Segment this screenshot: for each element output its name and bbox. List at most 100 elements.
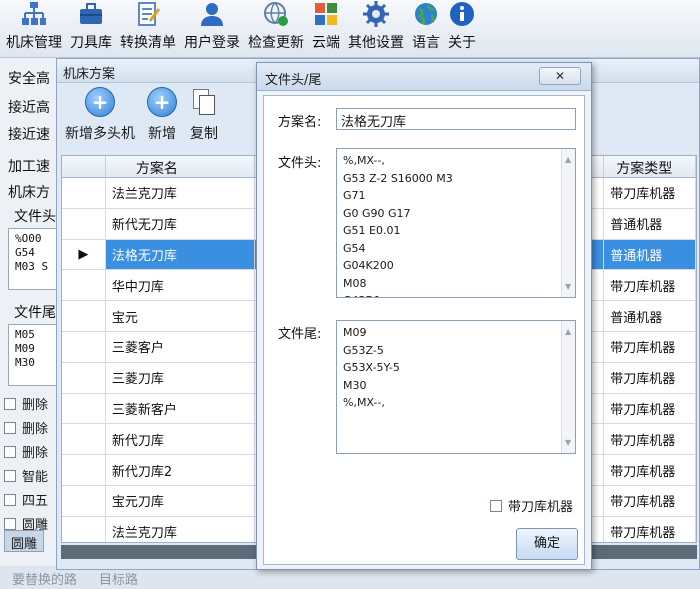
toolbar-button-machine-tree[interactable]: 机床管理 [2,0,66,58]
toolbar-button-user[interactable]: 用户登录 [180,0,244,58]
file-head-preview[interactable]: %O00 G54 M03 S [8,228,62,290]
toolbar-button-globe[interactable]: 语言 [408,0,444,58]
scheme-type-cell[interactable]: 带刀库机器 [604,362,696,393]
row-marker [62,270,106,301]
scheme-type-cell[interactable]: 带刀库机器 [604,516,696,542]
add-button[interactable]: + 新增 [147,87,177,143]
file-tail-line: M30 [15,356,35,369]
scheme-name-cell[interactable]: 华中刀库 [106,270,256,301]
checkbox-smart[interactable]: 智能 [4,466,48,485]
file-head-label: 文件头: [278,156,322,171]
scheme-type-cell[interactable]: 带刀库机器 [604,178,696,208]
toolbar-button-info[interactable]: 关于 [444,0,480,58]
add-circle-icon: + [147,87,177,117]
replace-path-label: 要替换的路 [12,573,78,588]
code-line: G53X-5Y-5 [343,361,400,374]
row-marker [62,516,106,542]
dialog-body: 方案名: 法格无刀库 文件头: ▲ ▼ %,MX--, G53 Z-2 S16000… [263,95,585,565]
checkbox-box[interactable] [490,499,502,512]
toolbar-label: 机床管理 [6,35,62,51]
gear-icon [363,1,389,27]
toolbar-button-globe-update[interactable]: 检查更新 [244,0,308,58]
scheme-name-cell[interactable]: 新代刀库2 [106,455,256,485]
checkbox-box[interactable] [4,493,16,506]
toolbar-label: 云端 [312,35,340,51]
file-head-textarea[interactable]: ▲ ▼ %,MX--, G53 Z-2 S16000 M3 G71 G0 G90 G17… [336,148,576,298]
row-marker [62,208,106,239]
code-line: %,MX--, [343,154,385,167]
file-tail-line: M05 [15,328,35,341]
file-tail-preview[interactable]: M05 M09 M30 [8,324,62,386]
left-settings-panel: 安全高 接近高 接近速 加工速 机床方 文件头 %O00 G54 M03 S 文… [0,58,62,589]
tab-round-carve[interactable]: 圆雕 [4,530,44,552]
scheme-type-cell[interactable]: 带刀库机器 [604,424,696,455]
scheme-type-cell[interactable]: 带刀库机器 [604,393,696,424]
file-head-line: M03 S [15,260,49,273]
file-tail-textarea[interactable]: ▲ ▼ M09 G53Z-5 G53X-5Y-5 M30 %,MX--, [336,320,576,454]
add-label: 新增 [148,126,176,142]
scheme-type-cell[interactable]: 带刀库机器 [604,331,696,362]
file-tail-scrollbar[interactable]: ▲ ▼ [561,321,575,453]
checkbox-delete-3[interactable]: 删除 [4,442,48,461]
dialog-title: 文件头/尾 [265,73,322,88]
toolbar-button-cloud-grid[interactable]: 云端 [308,0,344,58]
scheme-type-cell[interactable]: 带刀库机器 [604,485,696,516]
scroll-down-icon[interactable]: ▼ [565,278,571,296]
header-scheme-type[interactable]: 方案类型 [604,156,696,177]
toolbar-button-checklist[interactable]: 转换清单 [116,0,180,58]
scheme-name-cell[interactable]: 法兰克刀库 [106,178,256,208]
copy-button[interactable]: 复制 [189,87,219,143]
scroll-up-icon[interactable]: ▲ [565,151,571,169]
header-scheme-name[interactable]: 方案名 [106,156,256,177]
checkbox-box[interactable] [4,469,16,482]
file-head-line: G54 [15,246,35,259]
scheme-name-cell[interactable]: 法兰克刀库 [106,516,256,542]
toolbar-button-gear[interactable]: 其他设置 [344,0,408,58]
checkbox-box[interactable] [4,445,16,458]
code-line: G71 [343,189,366,202]
globe-icon [413,1,439,27]
scheme-name-cell[interactable]: 新代刀库 [106,424,256,455]
toolbox-icon [78,1,104,27]
tool-magazine-checkbox[interactable]: 带刀库机器 [490,496,573,515]
scheme-name-cell[interactable]: 法格无刀库 [105,239,256,270]
toolbar-button-toolbox[interactable]: 刀具库 [66,0,116,58]
label-approach-speed: 接近速 [8,127,50,143]
toolbar-label: 检查更新 [248,35,304,51]
add-multihead-button[interactable]: + 新增多头机 [65,87,135,143]
scheme-type-cell[interactable]: 带刀库机器 [604,455,696,485]
checkbox-box[interactable] [4,421,16,434]
row-marker [62,455,106,485]
scroll-up-icon[interactable]: ▲ [565,323,571,341]
main-toolbar: 机床管理 刀具库 转换清单 用户登录 检查更新 云端 其他设置 语言 关于 [0,0,700,58]
label-machine-scheme: 机床方 [8,185,50,201]
scheme-name-cell[interactable]: 宝元刀库 [106,485,256,516]
scheme-type-cell[interactable]: 普通机器 [604,301,696,331]
checkbox-box[interactable] [4,397,16,410]
checkbox-label: 删除 [22,446,49,461]
checkbox-four-five[interactable]: 四五 [4,490,48,509]
toolbar-label: 转换清单 [120,35,176,51]
checkbox-delete-2[interactable]: 删除 [4,418,48,437]
scheme-name-cell[interactable]: 三菱新客户 [106,393,256,424]
scheme-name-cell[interactable]: 宝元 [106,301,256,331]
scheme-name-cell[interactable]: 新代无刀库 [106,208,256,239]
scheme-type-cell[interactable]: 普通机器 [604,239,696,270]
label-safe-height: 安全高 [8,71,50,87]
checkbox-box[interactable] [4,517,16,530]
close-button[interactable]: ✕ [539,67,581,85]
code-line: G53Z-5 [343,343,384,357]
label-approach-height: 接近高 [8,100,50,116]
scheme-name-cell[interactable]: 三菱刀库 [106,362,256,393]
file-head-scrollbar[interactable]: ▲ ▼ [561,149,575,297]
scroll-down-icon[interactable]: ▼ [565,434,571,452]
checkbox-delete-1[interactable]: 删除 [4,394,48,413]
scheme-type-cell[interactable]: 带刀库机器 [604,270,696,301]
row-marker [62,178,106,208]
scheme-name-input[interactable]: 法格无刀库 [336,108,576,130]
ok-button[interactable]: 确定 [516,528,578,560]
scheme-type-cell[interactable]: 普通机器 [604,208,696,239]
add-circle-icon: + [85,87,115,117]
scheme-name-cell[interactable]: 三菱客户 [106,331,256,362]
file-head-line: %O00 [15,232,42,245]
